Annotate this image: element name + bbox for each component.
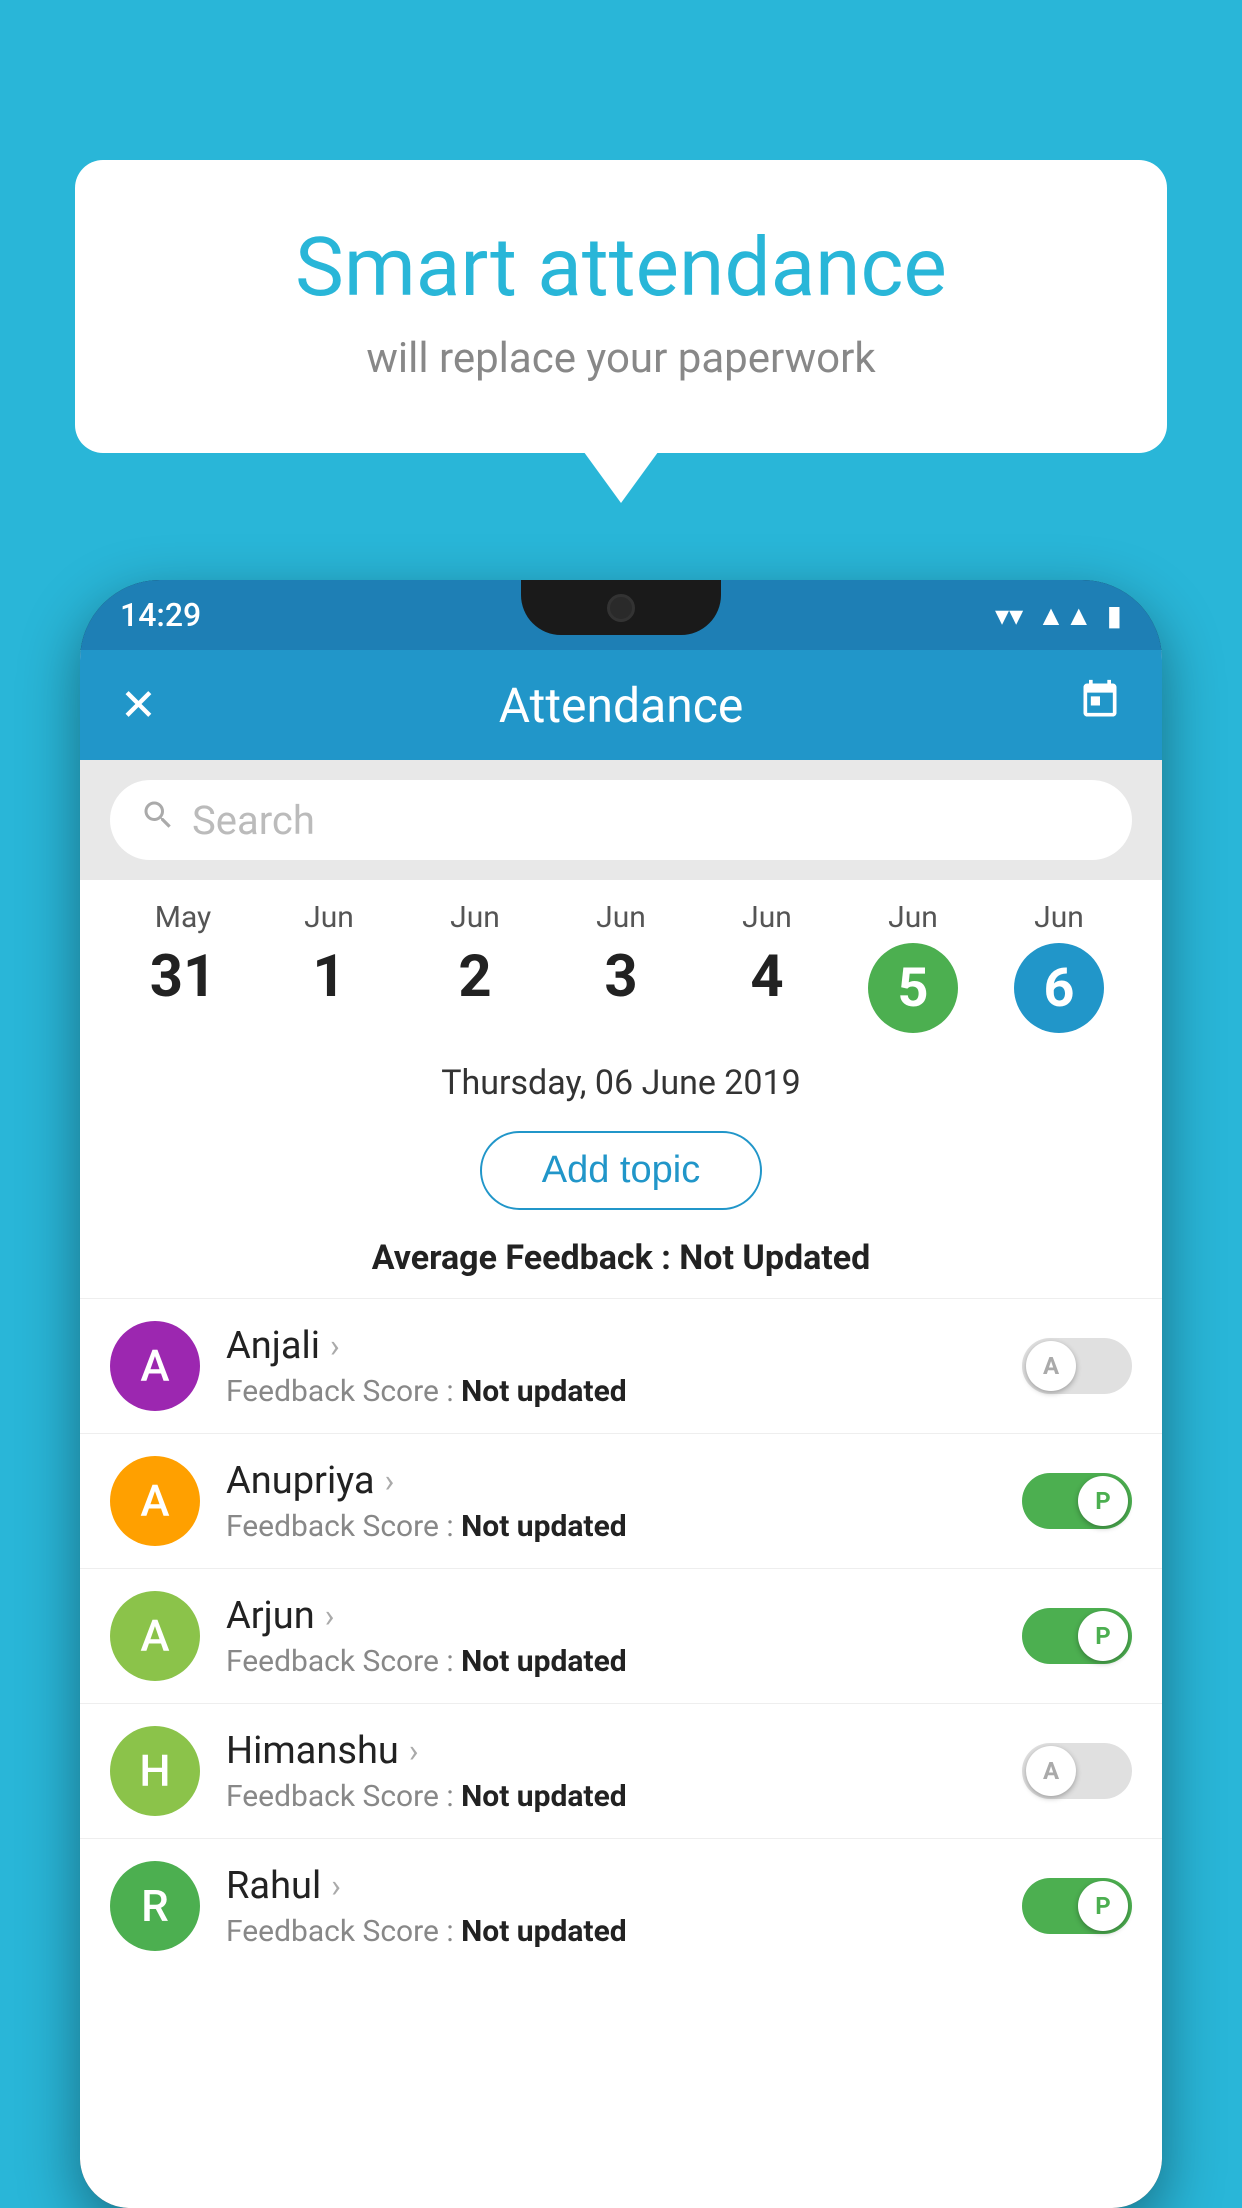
- chevron-right-icon: ›: [331, 1867, 341, 1905]
- date-month: Jun: [742, 900, 792, 935]
- app-screen: ✕ Attendance Search May 31 Jun 1 Jun 2 Jun 3 Jun: [80, 650, 1162, 2208]
- toggle-thumb: A: [1026, 1341, 1076, 1391]
- avatar: R: [110, 1861, 200, 1951]
- toggle-container: A: [1022, 1338, 1132, 1394]
- chevron-right-icon: ›: [330, 1327, 340, 1365]
- toggle-thumb: P: [1078, 1611, 1128, 1661]
- student-info: Rahul › Feedback Score : Not updated: [226, 1864, 1002, 1949]
- avatar: H: [110, 1726, 200, 1816]
- speech-bubble-title: Smart attendance: [145, 220, 1097, 316]
- attendance-toggle[interactable]: P: [1022, 1473, 1132, 1529]
- app-header: ✕ Attendance: [80, 650, 1162, 760]
- date-month: Jun: [888, 900, 938, 935]
- attendance-toggle[interactable]: A: [1022, 1338, 1132, 1394]
- student-name: Rahul ›: [226, 1864, 1002, 1908]
- date-month: Jun: [1034, 900, 1084, 935]
- front-camera: [607, 594, 635, 622]
- battery-icon: ▮: [1107, 599, 1122, 632]
- chevron-right-icon: ›: [325, 1597, 335, 1635]
- date-number: 31: [150, 943, 217, 1011]
- search-bar[interactable]: Search: [110, 780, 1132, 860]
- average-feedback: Average Feedback : Not Updated: [80, 1228, 1162, 1298]
- list-item[interactable]: A Anupriya › Feedback Score : Not updated P: [80, 1433, 1162, 1568]
- student-feedback: Feedback Score : Not updated: [226, 1644, 1002, 1679]
- list-item[interactable]: A Arjun › Feedback Score : Not updated P: [80, 1568, 1162, 1703]
- date-month: Jun: [304, 900, 354, 935]
- status-time: 14:29: [120, 596, 201, 634]
- list-item[interactable]: R Rahul › Feedback Score : Not updated P: [80, 1838, 1162, 1973]
- chevron-right-icon: ›: [385, 1462, 395, 1500]
- student-name: Himanshu ›: [226, 1729, 1002, 1773]
- student-name: Anupriya ›: [226, 1459, 1002, 1503]
- toggle-container: P: [1022, 1608, 1132, 1664]
- date-month: May: [155, 900, 211, 935]
- toggle-thumb: P: [1078, 1476, 1128, 1526]
- date-number: 5: [868, 943, 958, 1033]
- toggle-container: P: [1022, 1878, 1132, 1934]
- date-item[interactable]: May 31: [133, 900, 233, 1011]
- date-number: 4: [750, 943, 783, 1011]
- search-input[interactable]: Search: [192, 797, 315, 844]
- date-item[interactable]: Jun 2: [425, 900, 525, 1011]
- speech-bubble-subtitle: will replace your paperwork: [145, 334, 1097, 383]
- date-strip: May 31 Jun 1 Jun 2 Jun 3 Jun 4 Jun 5 Jun 6: [80, 880, 1162, 1043]
- date-item[interactable]: Jun 6: [1009, 900, 1109, 1033]
- date-item[interactable]: Jun 4: [717, 900, 817, 1011]
- date-number: 3: [604, 943, 637, 1011]
- attendance-toggle[interactable]: P: [1022, 1878, 1132, 1934]
- student-info: Himanshu › Feedback Score : Not updated: [226, 1729, 1002, 1814]
- selected-date: Thursday, 06 June 2019: [80, 1043, 1162, 1113]
- date-number: 2: [458, 943, 491, 1011]
- toggle-thumb: A: [1026, 1746, 1076, 1796]
- date-month: Jun: [450, 900, 500, 935]
- toggle-container: P: [1022, 1473, 1132, 1529]
- toggle-container: A: [1022, 1743, 1132, 1799]
- close-button[interactable]: ✕: [120, 679, 157, 731]
- calendar-icon[interactable]: [1078, 678, 1122, 732]
- student-name: Anjali ›: [226, 1324, 1002, 1368]
- student-list: AAnjali ›Feedback Score : Not updatedAAA…: [80, 1298, 1162, 1973]
- page-title: Attendance: [499, 677, 744, 734]
- attendance-toggle[interactable]: A: [1022, 1743, 1132, 1799]
- student-info: Anjali › Feedback Score : Not updated: [226, 1324, 1002, 1409]
- wifi-icon: ▾▾: [995, 599, 1023, 632]
- student-feedback: Feedback Score : Not updated: [226, 1509, 1002, 1544]
- date-item[interactable]: Jun 1: [279, 900, 379, 1011]
- average-feedback-label: Average Feedback :: [372, 1238, 680, 1278]
- student-info: Anupriya › Feedback Score : Not updated: [226, 1459, 1002, 1544]
- date-number: 6: [1014, 943, 1104, 1033]
- avatar: A: [110, 1321, 200, 1411]
- signal-icon: ▲▲: [1037, 599, 1092, 632]
- add-topic-button[interactable]: Add topic: [480, 1131, 762, 1210]
- attendance-toggle[interactable]: P: [1022, 1608, 1132, 1664]
- student-feedback: Feedback Score : Not updated: [226, 1374, 1002, 1409]
- toggle-thumb: P: [1078, 1881, 1128, 1931]
- avatar: A: [110, 1456, 200, 1546]
- list-item[interactable]: H Himanshu › Feedback Score : Not updated A: [80, 1703, 1162, 1838]
- student-info: Arjun › Feedback Score : Not updated: [226, 1594, 1002, 1679]
- date-item[interactable]: Jun 5: [863, 900, 963, 1033]
- avatar: A: [110, 1591, 200, 1681]
- phone-frame: 14:29 ▾▾ ▲▲ ▮ ✕ Attendance: [80, 580, 1162, 2208]
- student-name: Arjun ›: [226, 1594, 1002, 1638]
- student-feedback: Feedback Score : Not updated: [226, 1914, 1002, 1949]
- speech-bubble: Smart attendance will replace your paper…: [75, 160, 1167, 453]
- student-feedback: Feedback Score : Not updated: [226, 1779, 1002, 1814]
- search-container: Search: [80, 760, 1162, 880]
- phone-notch: [521, 580, 721, 635]
- list-item[interactable]: A Anjali › Feedback Score : Not updated A: [80, 1298, 1162, 1433]
- status-icons: ▾▾ ▲▲ ▮: [995, 599, 1122, 632]
- search-icon: [140, 797, 176, 843]
- date-item[interactable]: Jun 3: [571, 900, 671, 1011]
- average-feedback-value: Not Updated: [679, 1238, 870, 1278]
- date-number: 1: [312, 943, 345, 1011]
- add-topic-container: Add topic: [80, 1113, 1162, 1228]
- chevron-right-icon: ›: [409, 1732, 419, 1770]
- date-month: Jun: [596, 900, 646, 935]
